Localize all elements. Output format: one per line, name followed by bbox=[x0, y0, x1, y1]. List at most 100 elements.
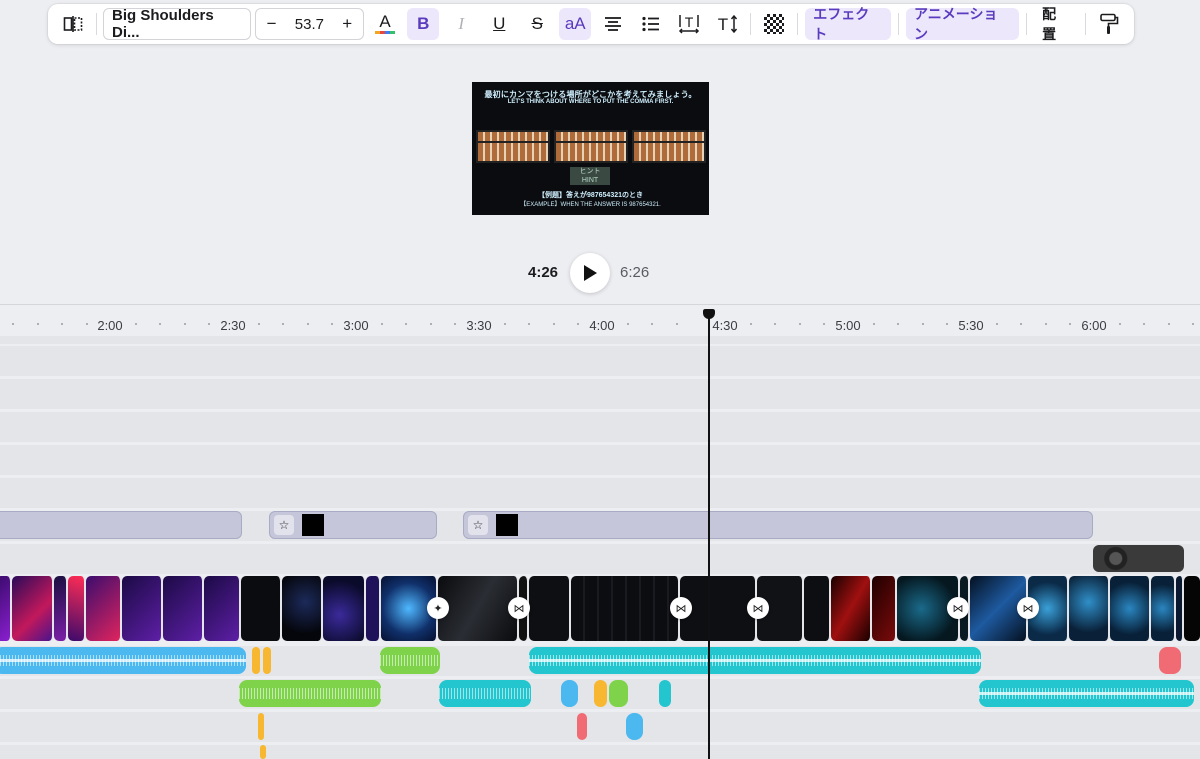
tick-label: 3:00 bbox=[343, 318, 369, 333]
audio-clip[interactable] bbox=[979, 680, 1194, 707]
empty-track[interactable] bbox=[0, 379, 1200, 409]
position-button[interactable]: 配置 bbox=[1034, 6, 1078, 42]
video-clip[interactable] bbox=[86, 576, 122, 641]
audio-clip[interactable] bbox=[263, 647, 271, 674]
text-color-button[interactable]: A bbox=[369, 8, 401, 40]
canvas-preview[interactable]: 最初にカンマをつける場所がどこかを考えてみましょう。 LET'S THINK A… bbox=[472, 82, 709, 215]
transition-icon[interactable]: ⋈ bbox=[947, 597, 969, 619]
decrease-size-button[interactable]: − bbox=[264, 14, 280, 34]
video-clip[interactable] bbox=[1151, 576, 1176, 641]
audio-clip[interactable] bbox=[239, 680, 381, 707]
audio-clip[interactable] bbox=[529, 647, 981, 674]
list-icon[interactable] bbox=[635, 8, 667, 40]
transition-icon[interactable]: ⋈ bbox=[1017, 597, 1039, 619]
tick-label: 5:30 bbox=[958, 318, 984, 333]
total-time: 6:26 bbox=[620, 264, 650, 281]
video-clip[interactable] bbox=[12, 576, 54, 641]
svg-text:T: T bbox=[718, 15, 728, 34]
ruler-dot bbox=[282, 323, 284, 325]
audio-clip[interactable] bbox=[252, 647, 260, 674]
ruler-dot bbox=[331, 323, 333, 325]
animation-button[interactable]: アニメーション bbox=[906, 6, 1020, 42]
audio-clip[interactable] bbox=[260, 745, 266, 759]
line-height-icon[interactable]: T bbox=[711, 8, 743, 40]
transition-icon[interactable]: ⋈ bbox=[670, 597, 692, 619]
text-overlay-clip[interactable]: ☆ bbox=[463, 511, 1093, 539]
video-clip[interactable] bbox=[1069, 576, 1110, 641]
video-clip[interactable] bbox=[54, 576, 68, 641]
letter-case-button[interactable]: aA bbox=[559, 8, 592, 40]
audio-clip[interactable] bbox=[577, 713, 587, 740]
ruler-dot bbox=[405, 323, 407, 325]
video-clip[interactable] bbox=[323, 576, 366, 641]
text-overlay-clip[interactable]: ☆ bbox=[269, 511, 437, 539]
audio-clip[interactable] bbox=[561, 680, 578, 707]
video-clip[interactable] bbox=[163, 576, 204, 641]
current-time: 4:26 bbox=[528, 264, 559, 281]
underline-button[interactable]: U bbox=[483, 8, 515, 40]
video-clip[interactable] bbox=[282, 576, 323, 641]
audio-clip[interactable] bbox=[380, 647, 440, 674]
video-clip[interactable] bbox=[68, 576, 86, 641]
empty-track[interactable] bbox=[0, 336, 1200, 344]
audio-clip[interactable] bbox=[0, 647, 246, 674]
empty-track[interactable] bbox=[0, 412, 1200, 442]
effects-button[interactable]: エフェクト bbox=[805, 6, 891, 42]
tick-label: 2:30 bbox=[220, 318, 246, 333]
letter-spacing-icon[interactable]: T bbox=[673, 8, 705, 40]
audio-clip[interactable] bbox=[626, 713, 643, 740]
video-clip[interactable] bbox=[1184, 576, 1200, 641]
video-clip[interactable] bbox=[872, 576, 897, 641]
video-clip[interactable] bbox=[366, 576, 381, 641]
audio-clip[interactable] bbox=[439, 680, 531, 707]
audio-clip[interactable] bbox=[594, 680, 607, 707]
gauge-element-clip[interactable] bbox=[1093, 545, 1184, 572]
font-size-value[interactable]: 53.7 bbox=[295, 16, 324, 33]
video-clip[interactable] bbox=[831, 576, 872, 641]
audio-clip[interactable] bbox=[659, 680, 671, 707]
audio-clip[interactable] bbox=[258, 713, 264, 740]
transition-magic-icon[interactable]: ✦ bbox=[427, 597, 449, 619]
empty-track[interactable] bbox=[0, 445, 1200, 475]
video-clip[interactable] bbox=[241, 576, 282, 641]
font-size-stepper[interactable]: − 53.7 + bbox=[254, 8, 365, 40]
flip-icon[interactable] bbox=[57, 8, 89, 40]
video-clip[interactable] bbox=[1110, 576, 1151, 641]
clip-thumbnail bbox=[496, 514, 518, 536]
font-family-value: Big Shoulders Di... bbox=[112, 7, 214, 41]
audio-clip[interactable] bbox=[609, 680, 628, 707]
video-clip[interactable] bbox=[804, 576, 831, 641]
video-clip[interactable] bbox=[122, 576, 163, 641]
bold-button[interactable]: B bbox=[407, 8, 440, 40]
empty-track[interactable] bbox=[0, 346, 1200, 376]
animation-star-icon[interactable]: ☆ bbox=[468, 515, 488, 535]
playhead[interactable] bbox=[708, 314, 710, 759]
video-clip[interactable] bbox=[438, 576, 519, 641]
ruler-dot bbox=[774, 323, 776, 325]
italic-button[interactable]: I bbox=[445, 8, 477, 40]
audio-track[interactable] bbox=[0, 712, 1200, 742]
video-clip[interactable] bbox=[1176, 576, 1184, 641]
video-clip[interactable] bbox=[529, 576, 571, 641]
text-overlay-clip[interactable] bbox=[0, 511, 242, 539]
element-track[interactable] bbox=[0, 544, 1200, 574]
video-clip[interactable] bbox=[0, 576, 12, 641]
empty-track[interactable] bbox=[0, 478, 1200, 508]
video-clip[interactable] bbox=[204, 576, 241, 641]
paint-roller-icon[interactable] bbox=[1093, 8, 1125, 40]
play-button[interactable] bbox=[570, 253, 610, 293]
timeline-ruler[interactable]: 2:00 2:30 3:00 3:30 4:00 4:30 5:00 5:30 … bbox=[0, 304, 1200, 336]
abacus-image bbox=[554, 130, 628, 163]
audio-clip[interactable] bbox=[1159, 647, 1181, 674]
strikethrough-button[interactable]: S bbox=[521, 8, 553, 40]
align-center-icon[interactable] bbox=[597, 8, 629, 40]
video-clip[interactable] bbox=[571, 576, 680, 641]
transition-icon[interactable]: ⋈ bbox=[508, 597, 530, 619]
ruler-dot bbox=[307, 323, 309, 325]
animation-star-icon[interactable]: ☆ bbox=[274, 515, 294, 535]
font-family-dropdown[interactable]: Big Shoulders Di... bbox=[103, 7, 251, 41]
transparency-icon[interactable] bbox=[758, 8, 790, 40]
audio-track[interactable] bbox=[0, 745, 1200, 759]
increase-size-button[interactable]: + bbox=[339, 14, 355, 34]
transition-icon[interactable]: ⋈ bbox=[747, 597, 769, 619]
